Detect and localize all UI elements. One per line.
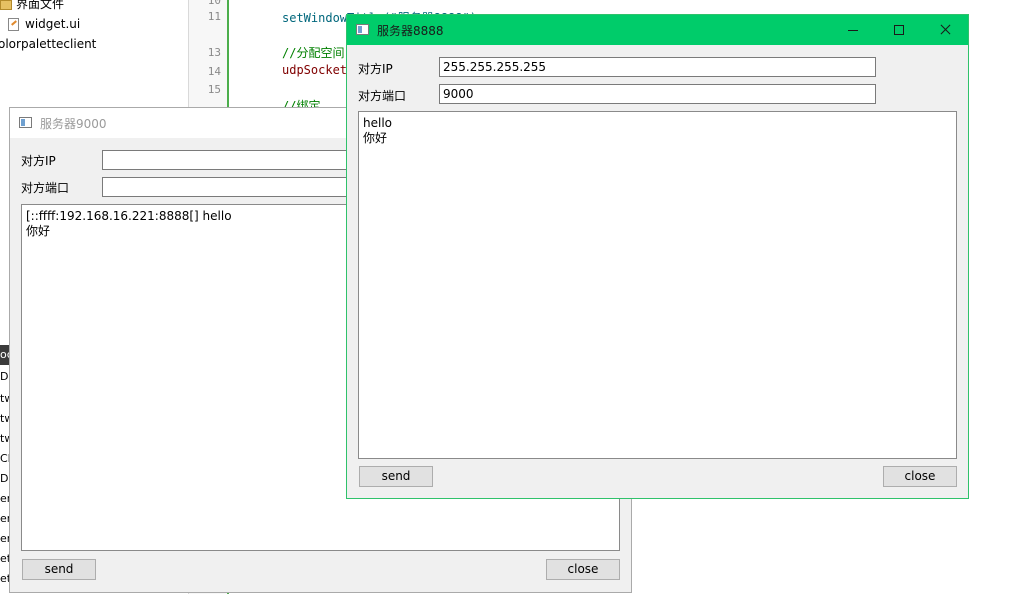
folder-icon	[0, 0, 12, 10]
close-button[interactable]: close	[883, 466, 957, 487]
message-textarea[interactable]: hello 你好	[358, 111, 957, 459]
tree-file-widget-ui[interactable]: widget.ui	[8, 14, 80, 34]
line-number: 15	[207, 83, 221, 96]
peer-port-label: 对方端口	[358, 89, 407, 103]
tree-folder-forms[interactable]: 界面文件	[0, 0, 64, 14]
peer-ip-label: 对方IP	[21, 154, 56, 168]
tree-project-label: olorpaletteclient	[0, 37, 97, 51]
server-8888-window: 服务器8888 对方IP 对方端口 hello 你好 send close	[346, 14, 969, 499]
window-titlebar[interactable]: 服务器8888	[347, 15, 968, 45]
peer-port-input[interactable]	[439, 84, 876, 104]
tree-project-item[interactable]: olorpaletteclient	[0, 34, 96, 54]
window-icon	[356, 24, 369, 35]
window-title: 服务器9000	[40, 117, 107, 131]
window-title: 服务器8888	[377, 24, 444, 38]
maximize-icon[interactable]	[876, 15, 922, 45]
send-button[interactable]: send	[22, 559, 96, 580]
line-number: 13	[207, 46, 221, 59]
peer-port-label: 对方端口	[21, 181, 70, 195]
close-icon[interactable]	[922, 15, 968, 45]
close-button[interactable]: close	[546, 559, 620, 580]
line-number: 14	[207, 65, 221, 78]
tree-folder-label: 界面文件	[16, 0, 65, 11]
code-line: //分配空间	[282, 46, 345, 60]
line-number: 11	[207, 10, 221, 23]
window-icon	[19, 117, 32, 128]
send-button[interactable]: send	[359, 466, 433, 487]
ui-file-icon	[8, 18, 19, 31]
peer-ip-input[interactable]	[439, 57, 876, 77]
peer-ip-label: 对方IP	[358, 62, 393, 76]
line-number: 10	[207, 0, 221, 7]
tree-file-label: widget.ui	[25, 17, 81, 31]
minimize-icon[interactable]	[830, 15, 876, 45]
